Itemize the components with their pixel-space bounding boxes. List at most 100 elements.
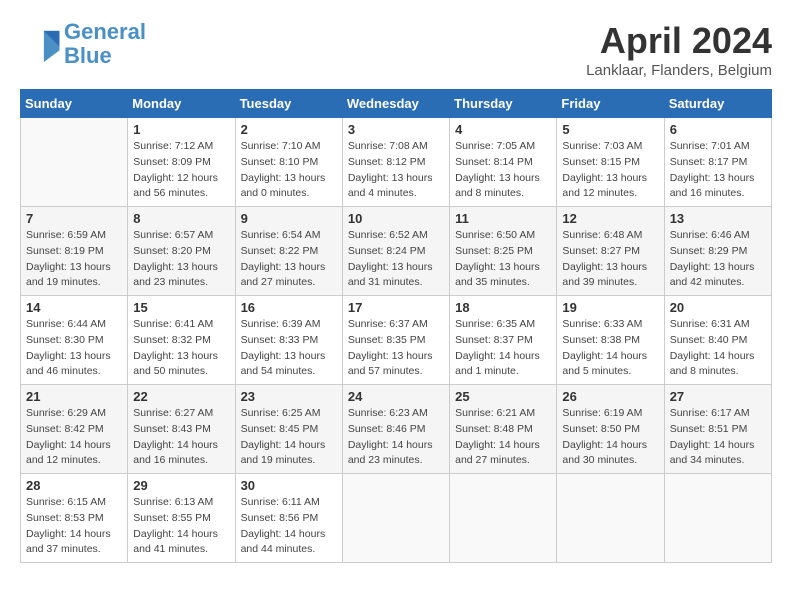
calendar-cell: 25 Sunrise: 6:21 AM Sunset: 8:48 PM Dayli… [450,385,557,474]
day-number: 1 [133,122,229,137]
location-subtitle: Lanklaar, Flanders, Belgium [586,62,772,79]
calendar-cell: 1 Sunrise: 7:12 AM Sunset: 8:09 PM Daylig… [128,118,235,207]
day-info: Sunrise: 7:05 AM Sunset: 8:14 PM Dayligh… [455,139,551,202]
day-number: 19 [562,300,658,315]
column-header-tuesday: Tuesday [235,90,342,118]
calendar-cell: 20 Sunrise: 6:31 AM Sunset: 8:40 PM Dayli… [664,296,771,385]
day-info: Sunrise: 6:57 AM Sunset: 8:20 PM Dayligh… [133,228,229,291]
day-number: 26 [562,389,658,404]
day-info: Sunrise: 6:17 AM Sunset: 8:51 PM Dayligh… [670,406,766,469]
logo-text: General Blue [64,20,146,68]
calendar-header-row: SundayMondayTuesdayWednesdayThursdayFrid… [21,90,772,118]
calendar-cell: 19 Sunrise: 6:33 AM Sunset: 8:38 PM Dayli… [557,296,664,385]
calendar-cell [664,474,771,563]
calendar-cell: 17Sunrise: 6:37 AM Sunset: 8:35 PM Dayli… [342,296,449,385]
calendar-cell: 6 Sunrise: 7:01 AM Sunset: 8:17 PM Daylig… [664,118,771,207]
day-info: Sunrise: 7:03 AM Sunset: 8:15 PM Dayligh… [562,139,658,202]
calendar-table: SundayMondayTuesdayWednesdayThursdayFrid… [20,89,772,563]
day-number: 16 [241,300,337,315]
day-number: 10 [348,211,444,226]
day-number: 8 [133,211,229,226]
day-info: Sunrise: 6:52 AM Sunset: 8:24 PM Dayligh… [348,228,444,291]
day-info: Sunrise: 6:21 AM Sunset: 8:48 PM Dayligh… [455,406,551,469]
day-info: Sunrise: 6:37 AM Sunset: 8:35 PM Dayligh… [348,317,444,380]
day-info: Sunrise: 6:23 AM Sunset: 8:46 PM Dayligh… [348,406,444,469]
calendar-cell: 16 Sunrise: 6:39 AM Sunset: 8:33 PM Dayli… [235,296,342,385]
day-info: Sunrise: 6:27 AM Sunset: 8:43 PM Dayligh… [133,406,229,469]
calendar-cell: 7 Sunrise: 6:59 AM Sunset: 8:19 PM Daylig… [21,207,128,296]
day-number: 3 [348,122,444,137]
day-number: 18 [455,300,551,315]
day-number: 2 [241,122,337,137]
calendar-cell: 4 Sunrise: 7:05 AM Sunset: 8:14 PM Daylig… [450,118,557,207]
calendar-cell: 21Sunrise: 6:29 AM Sunset: 8:42 PM Dayli… [21,385,128,474]
calendar-cell: 23 Sunrise: 6:25 AM Sunset: 8:45 PM Dayli… [235,385,342,474]
day-info: Sunrise: 6:25 AM Sunset: 8:45 PM Dayligh… [241,406,337,469]
day-number: 11 [455,211,551,226]
calendar-week-5: 28 Sunrise: 6:15 AM Sunset: 8:53 PM Dayli… [21,474,772,563]
day-info: Sunrise: 6:59 AM Sunset: 8:19 PM Dayligh… [26,228,122,291]
logo: General Blue [20,20,146,68]
calendar-week-1: 1 Sunrise: 7:12 AM Sunset: 8:09 PM Daylig… [21,118,772,207]
day-number: 24 [348,389,444,404]
day-number: 7 [26,211,122,226]
column-header-wednesday: Wednesday [342,90,449,118]
day-info: Sunrise: 6:29 AM Sunset: 8:42 PM Dayligh… [26,406,122,469]
day-info: Sunrise: 7:08 AM Sunset: 8:12 PM Dayligh… [348,139,444,202]
day-info: Sunrise: 6:35 AM Sunset: 8:37 PM Dayligh… [455,317,551,380]
calendar-cell: 12 Sunrise: 6:48 AM Sunset: 8:27 PM Dayli… [557,207,664,296]
day-number: 13 [670,211,766,226]
calendar-cell: 26 Sunrise: 6:19 AM Sunset: 8:50 PM Dayli… [557,385,664,474]
day-info: Sunrise: 7:12 AM Sunset: 8:09 PM Dayligh… [133,139,229,202]
day-number: 30 [241,478,337,493]
day-info: Sunrise: 6:48 AM Sunset: 8:27 PM Dayligh… [562,228,658,291]
calendar-cell: 27 Sunrise: 6:17 AM Sunset: 8:51 PM Dayli… [664,385,771,474]
day-info: Sunrise: 6:54 AM Sunset: 8:22 PM Dayligh… [241,228,337,291]
day-number: 4 [455,122,551,137]
calendar-cell: 3 Sunrise: 7:08 AM Sunset: 8:12 PM Daylig… [342,118,449,207]
page-header: General Blue April 2024 Lanklaar, Flande… [20,20,772,79]
day-number: 15 [133,300,229,315]
day-number: 25 [455,389,551,404]
title-block: April 2024 Lanklaar, Flanders, Belgium [586,20,772,79]
calendar-cell: 15 Sunrise: 6:41 AM Sunset: 8:32 PM Dayli… [128,296,235,385]
day-info: Sunrise: 6:41 AM Sunset: 8:32 PM Dayligh… [133,317,229,380]
day-number: 29 [133,478,229,493]
calendar-cell: 2 Sunrise: 7:10 AM Sunset: 8:10 PM Daylig… [235,118,342,207]
column-header-friday: Friday [557,90,664,118]
day-info: Sunrise: 6:31 AM Sunset: 8:40 PM Dayligh… [670,317,766,380]
day-number: 28 [26,478,122,493]
month-title: April 2024 [586,20,772,62]
logo-line1: General [64,19,146,44]
logo-icon [20,27,60,62]
day-number: 20 [670,300,766,315]
calendar-cell: 29Sunrise: 6:13 AM Sunset: 8:55 PM Dayli… [128,474,235,563]
day-info: Sunrise: 6:33 AM Sunset: 8:38 PM Dayligh… [562,317,658,380]
day-info: Sunrise: 6:19 AM Sunset: 8:50 PM Dayligh… [562,406,658,469]
logo-line2: Blue [64,43,112,68]
calendar-cell: 14Sunrise: 6:44 AM Sunset: 8:30 PM Dayli… [21,296,128,385]
calendar-cell: 10 Sunrise: 6:52 AM Sunset: 8:24 PM Dayli… [342,207,449,296]
calendar-cell [450,474,557,563]
calendar-week-3: 14Sunrise: 6:44 AM Sunset: 8:30 PM Dayli… [21,296,772,385]
day-info: Sunrise: 7:10 AM Sunset: 8:10 PM Dayligh… [241,139,337,202]
day-info: Sunrise: 6:39 AM Sunset: 8:33 PM Dayligh… [241,317,337,380]
calendar-week-4: 21Sunrise: 6:29 AM Sunset: 8:42 PM Dayli… [21,385,772,474]
column-header-sunday: Sunday [21,90,128,118]
day-number: 12 [562,211,658,226]
calendar-cell: 13Sunrise: 6:46 AM Sunset: 8:29 PM Dayli… [664,207,771,296]
day-number: 5 [562,122,658,137]
day-number: 6 [670,122,766,137]
calendar-cell: 8 Sunrise: 6:57 AM Sunset: 8:20 PM Daylig… [128,207,235,296]
day-number: 27 [670,389,766,404]
day-number: 23 [241,389,337,404]
column-header-monday: Monday [128,90,235,118]
day-info: Sunrise: 7:01 AM Sunset: 8:17 PM Dayligh… [670,139,766,202]
calendar-cell [21,118,128,207]
calendar-cell: 5 Sunrise: 7:03 AM Sunset: 8:15 PM Daylig… [557,118,664,207]
day-info: Sunrise: 6:15 AM Sunset: 8:53 PM Dayligh… [26,495,122,558]
day-number: 22 [133,389,229,404]
calendar-cell: 9 Sunrise: 6:54 AM Sunset: 8:22 PM Daylig… [235,207,342,296]
calendar-cell: 30Sunrise: 6:11 AM Sunset: 8:56 PM Dayli… [235,474,342,563]
day-number: 9 [241,211,337,226]
